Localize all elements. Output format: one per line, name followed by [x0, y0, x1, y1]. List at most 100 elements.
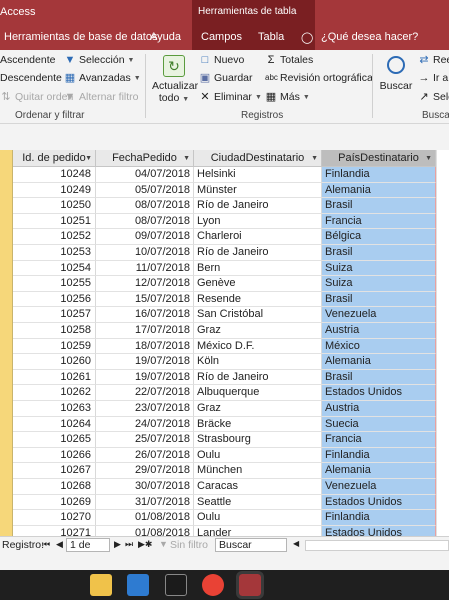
cell-ship-city[interactable]: Köln [194, 354, 322, 370]
cell-order-date[interactable]: 26/07/2018 [96, 447, 194, 464]
cell-ship-city[interactable]: Seattle [194, 494, 322, 511]
cell-order-id[interactable]: 10254 [13, 260, 96, 277]
cell-ship-country[interactable]: México [322, 338, 436, 355]
cell-order-id[interactable]: 10270 [13, 510, 96, 526]
cell-order-date[interactable]: 09/07/2018 [96, 229, 194, 245]
tab-database-tools[interactable]: Herramientas de base de datos [4, 31, 157, 43]
cell-order-id[interactable]: 10264 [13, 416, 96, 433]
cell-ship-country[interactable]: Finlandia [322, 167, 436, 183]
cell-ship-city[interactable]: München [194, 463, 322, 479]
cell-ship-city[interactable]: Lander [194, 525, 322, 536]
access-icon[interactable] [236, 571, 264, 599]
cell-ship-city[interactable]: Genève [194, 276, 322, 292]
cell-ship-city[interactable]: Graz [194, 323, 322, 339]
cell-order-date[interactable]: 18/07/2018 [96, 338, 194, 355]
cell-ship-city[interactable]: Graz [194, 401, 322, 417]
cell-ship-country[interactable]: Suiza [322, 276, 436, 292]
cell-order-id[interactable]: 10256 [13, 291, 96, 308]
cell-ship-city[interactable]: Bräcke [194, 416, 322, 433]
cell-order-id[interactable]: 10261 [13, 369, 96, 386]
cell-ship-country[interactable]: Austria [322, 323, 436, 339]
cell-ship-city[interactable]: Oulu [194, 447, 322, 464]
new-record-button[interactable]: □ Nuevo [199, 54, 245, 66]
more-button[interactable]: ▦ Más ▼ [265, 91, 310, 103]
find-button[interactable]: Buscar [378, 53, 414, 97]
chrome-icon[interactable] [202, 574, 224, 596]
column-dropdown-icon[interactable]: ▼ [85, 155, 92, 162]
table-row[interactable]: 10253 10/07/2018 Río de Janeiro Brasil [13, 245, 449, 261]
tab-table[interactable]: Tabla [258, 31, 284, 43]
table-row[interactable]: 10257 16/07/2018 San Cristóbal Venezuela [13, 307, 449, 323]
cell-ship-country[interactable]: Brasil [322, 291, 436, 308]
column-header-order-date[interactable]: FechaPedido ▼ [96, 150, 194, 167]
select-button[interactable]: ↗ Selec [418, 91, 449, 103]
cell-order-id[interactable]: 10262 [13, 385, 96, 401]
tab-help[interactable]: Ayuda [150, 31, 181, 43]
cell-ship-city[interactable]: Río de Janeiro [194, 198, 322, 214]
cell-order-date[interactable]: 01/08/2018 [96, 510, 194, 526]
file-explorer-icon[interactable] [90, 574, 112, 596]
cell-order-id[interactable]: 10271 [13, 525, 96, 536]
cell-order-date[interactable]: 19/07/2018 [96, 369, 194, 386]
last-record-icon[interactable]: ⏭ [125, 539, 133, 550]
cell-order-date[interactable]: 08/07/2018 [96, 198, 194, 214]
cell-order-date[interactable]: 05/07/2018 [96, 182, 194, 199]
cell-order-id[interactable]: 10260 [13, 354, 96, 370]
cell-order-date[interactable]: 19/07/2018 [96, 354, 194, 370]
mail-icon[interactable] [127, 574, 149, 596]
table-row[interactable]: 10267 29/07/2018 München Alemania [13, 463, 449, 479]
table-row[interactable]: 10269 31/07/2018 Seattle Estados Unidos [13, 494, 449, 511]
cell-ship-country[interactable]: Austria [322, 401, 436, 417]
cell-ship-country[interactable]: Venezuela [322, 307, 436, 323]
cell-order-date[interactable]: 01/08/2018 [96, 525, 194, 536]
cell-order-id[interactable]: 10259 [13, 338, 96, 355]
cell-ship-city[interactable]: Caracas [194, 479, 322, 495]
cell-ship-country[interactable]: Brasil [322, 369, 436, 386]
column-dropdown-icon[interactable]: ▼ [183, 155, 190, 162]
cell-order-id[interactable]: 10258 [13, 323, 96, 339]
cell-ship-country[interactable]: Bélgica [322, 229, 436, 245]
cell-ship-city[interactable]: Río de Janeiro [194, 245, 322, 261]
search-input[interactable]: Buscar [215, 538, 287, 552]
record-position-input[interactable]: 1 de 830 [66, 538, 110, 563]
cell-ship-country[interactable]: Alemania [322, 463, 436, 479]
cell-order-date[interactable]: 31/07/2018 [96, 494, 194, 511]
cell-ship-country[interactable]: Estados Unidos [322, 494, 436, 511]
cell-order-id[interactable]: 10248 [13, 167, 96, 183]
cell-ship-country[interactable]: Alemania [322, 182, 436, 199]
record-selector-column[interactable] [0, 150, 13, 536]
cell-order-id[interactable]: 10252 [13, 229, 96, 245]
table-row[interactable]: 10266 26/07/2018 Oulu Finlandia [13, 447, 449, 464]
cell-order-date[interactable]: 16/07/2018 [96, 307, 194, 323]
cell-order-date[interactable]: 29/07/2018 [96, 463, 194, 479]
cell-ship-city[interactable]: San Cristóbal [194, 307, 322, 323]
save-record-button[interactable]: ▣ Guardar [199, 72, 253, 84]
cell-order-date[interactable]: 17/07/2018 [96, 323, 194, 339]
vertical-scrollbar[interactable] [436, 150, 449, 536]
table-row[interactable]: 10264 24/07/2018 Bräcke Suecia [13, 416, 449, 433]
cell-ship-country[interactable]: Francia [322, 432, 436, 448]
goto-button[interactable]: → Ir a ▼ [418, 72, 449, 84]
cell-ship-city[interactable]: Albuquerque [194, 385, 322, 401]
table-row[interactable]: 10261 19/07/2018 Río de Janeiro Brasil [13, 369, 449, 386]
cell-ship-city[interactable]: Bern [194, 260, 322, 277]
remove-sort-button[interactable]: ⇅ Quitar orden [0, 91, 73, 103]
table-row[interactable]: 10271 01/08/2018 Lander Estados Unidos [13, 525, 449, 536]
table-row[interactable]: 10255 12/07/2018 Genève Suiza [13, 276, 449, 292]
table-row[interactable]: 10252 09/07/2018 Charleroi Bélgica [13, 229, 449, 245]
cell-ship-city[interactable]: México D.F. [194, 338, 322, 355]
table-row[interactable]: 10265 25/07/2018 Strasbourg Francia [13, 432, 449, 448]
table-row[interactable]: 10260 19/07/2018 Köln Alemania [13, 354, 449, 370]
table-row[interactable]: 10259 18/07/2018 México D.F. México [13, 338, 449, 355]
cell-order-id[interactable]: 10253 [13, 245, 96, 261]
solitaire-icon[interactable] [165, 574, 187, 596]
totals-button[interactable]: Σ Totales [265, 54, 314, 66]
cell-order-date[interactable]: 12/07/2018 [96, 276, 194, 292]
cell-order-id[interactable]: 10265 [13, 432, 96, 448]
toggle-filter-button[interactable]: ▼ Alternar filtro [64, 91, 139, 103]
cell-order-id[interactable]: 10251 [13, 213, 96, 230]
table-row[interactable]: 10248 04/07/2018 Helsinki Finlandia [13, 167, 449, 183]
cell-order-date[interactable]: 23/07/2018 [96, 401, 194, 417]
replace-button[interactable]: ⇄ Reem [418, 54, 449, 66]
table-row[interactable]: 10262 22/07/2018 Albuquerque Estados Unidos [13, 385, 449, 401]
